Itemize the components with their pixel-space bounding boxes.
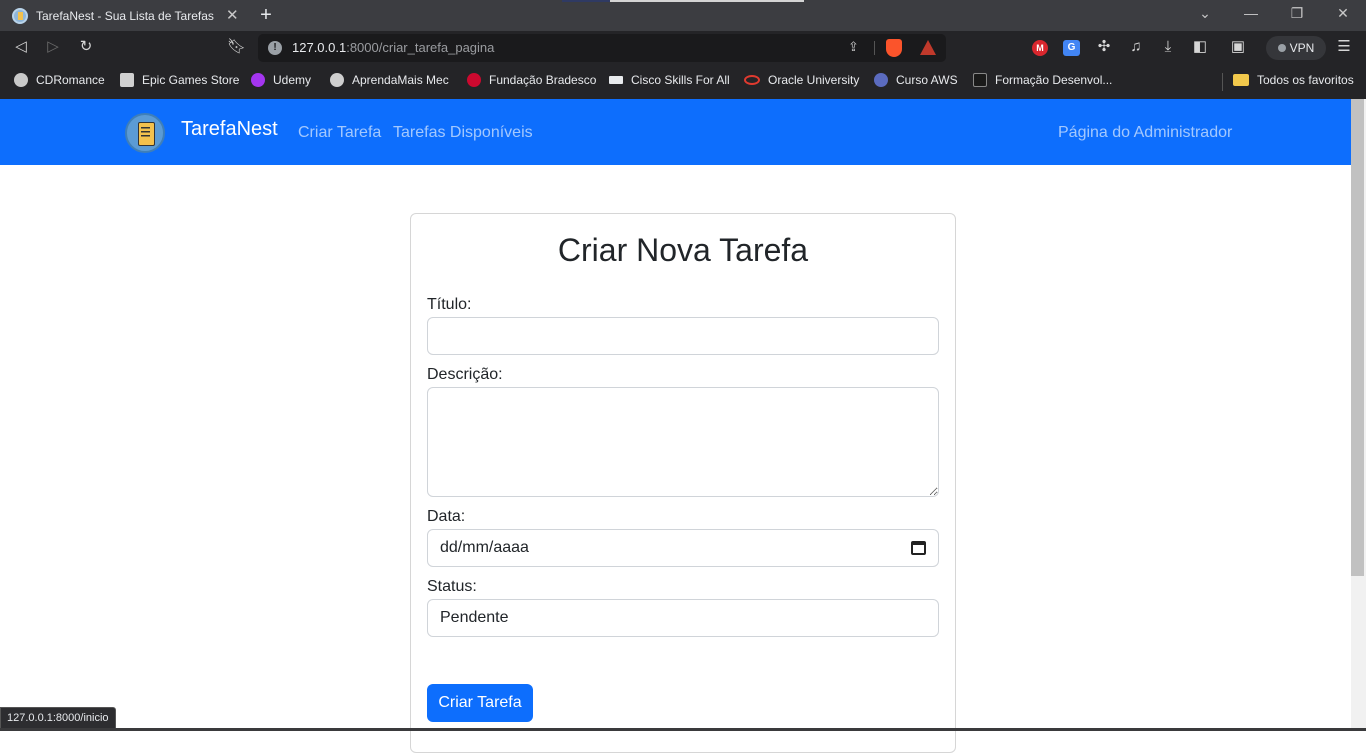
description-label: Descrição:	[427, 366, 503, 383]
back-arrow-icon[interactable]: ◁	[12, 39, 30, 55]
wallet-icon[interactable]: ▣	[1229, 39, 1247, 55]
title-label: Título:	[427, 296, 472, 313]
link-status-bar: 127.0.0.1:8000/inicio	[0, 707, 116, 729]
page-scrollbar-thumb[interactable]	[1351, 99, 1364, 576]
reload-icon[interactable]: ↻	[77, 39, 95, 55]
browser-tab-strip: TarefaNest - Sua Lista de Tarefas ✕ + ⌄ …	[0, 0, 1366, 31]
close-window-icon[interactable]: ✕	[1333, 5, 1353, 22]
vpn-label: VPN	[1289, 41, 1315, 55]
bookmark-udemy[interactable]: Udemy	[251, 73, 311, 87]
tab-search-strip	[562, 0, 804, 2]
bookmark-formacao[interactable]: Formação Desenvol...	[973, 73, 1112, 87]
translate-extension-icon[interactable]: G	[1063, 40, 1080, 56]
vpn-status-icon	[1277, 44, 1286, 52]
site-info-icon[interactable]: !	[268, 41, 282, 55]
bookmark-oracle[interactable]: Oracle University	[744, 73, 859, 87]
status-label: Status:	[427, 578, 477, 595]
close-tab-icon[interactable]: ✕	[226, 8, 239, 23]
create-task-card: Criar Nova Tarefa Título: Descrição: Dat…	[410, 213, 956, 753]
address-divider	[874, 41, 875, 55]
new-tab-button[interactable]: +	[256, 4, 276, 26]
share-icon[interactable]: ⇪	[848, 39, 859, 55]
brand-name[interactable]: TarefaNest	[181, 118, 278, 141]
tarefanest-favicon-icon	[12, 7, 28, 24]
vpn-button[interactable]: VPN	[1266, 36, 1326, 60]
bookmark-epic-games[interactable]: Epic Games Store	[120, 73, 239, 87]
aprendamais-icon	[330, 73, 344, 87]
browser-tab-active[interactable]: TarefaNest - Sua Lista de Tarefas ✕	[0, 0, 248, 31]
bradesco-icon	[467, 73, 481, 87]
brave-rewards-icon[interactable]	[920, 40, 936, 55]
description-textarea[interactable]	[427, 387, 939, 497]
status-selected-value: Pendente	[440, 609, 509, 626]
date-placeholder: dd/mm/aaaa	[440, 539, 529, 556]
date-input[interactable]: dd/mm/aaaa	[427, 529, 939, 567]
all-bookmarks-folder[interactable]: Todos os favoritos	[1233, 73, 1354, 87]
address-bar[interactable]: ! 127.0.0.1:8000/criar_tarefa_pagina ⇪	[258, 34, 946, 62]
bookmark-aprendamais[interactable]: AprendaMais Mec	[330, 73, 449, 87]
tarefanest-logo-icon[interactable]	[125, 113, 165, 153]
extensions-puzzle-icon[interactable]: ✣	[1095, 39, 1113, 55]
title-input[interactable]	[427, 317, 939, 355]
epic-games-icon	[120, 73, 134, 87]
status-select[interactable]: Pendente	[427, 599, 939, 637]
minimize-window-icon[interactable]: —	[1241, 5, 1261, 21]
calendar-icon[interactable]	[911, 541, 926, 555]
tab-list-chevron-icon[interactable]: ⌄	[1195, 5, 1215, 22]
date-label: Data:	[427, 508, 466, 525]
sidebar-toggle-icon[interactable]: ◧	[1191, 39, 1209, 55]
downloads-icon[interactable]: ⤓	[1159, 39, 1177, 55]
bookmark-aws[interactable]: Curso AWS	[874, 73, 958, 87]
alura-icon	[973, 73, 987, 87]
browser-toolbar: ◁ ▷ ↻ 🔖︎ ! 127.0.0.1:8000/criar_tarefa_p…	[0, 31, 1366, 64]
folder-icon	[1233, 74, 1249, 86]
cdromance-icon	[14, 73, 28, 87]
forward-arrow-icon[interactable]: ▷	[44, 39, 62, 55]
bookmark-fundacao-bradesco[interactable]: Fundação Bradesco	[467, 73, 596, 87]
media-music-icon[interactable]: ♫	[1127, 39, 1145, 55]
create-task-button[interactable]: Criar Tarefa	[427, 684, 533, 722]
bookmark-cisco[interactable]: Cisco Skills For All	[609, 73, 730, 87]
oracle-icon	[744, 75, 760, 85]
bookmark-cdromance[interactable]: CDRomance	[14, 73, 105, 87]
mega-extension-icon[interactable]: M	[1032, 40, 1048, 56]
bookmarks-divider	[1222, 73, 1223, 91]
restore-window-icon[interactable]: ❐	[1287, 5, 1307, 22]
app-navbar: TarefaNest Criar Tarefa Tarefas Disponív…	[0, 99, 1366, 165]
tab-title: TarefaNest - Sua Lista de Tarefas	[36, 8, 214, 23]
udemy-icon	[251, 73, 265, 87]
nav-link-admin[interactable]: Página do Administrador	[1058, 124, 1232, 142]
brave-shields-icon[interactable]	[886, 39, 902, 57]
bookmark-icon[interactable]: 🔖︎	[227, 39, 246, 55]
nav-link-criar-tarefa[interactable]: Criar Tarefa	[298, 124, 381, 142]
nav-link-tarefas-disponiveis[interactable]: Tarefas Disponíveis	[393, 124, 533, 142]
cisco-icon	[609, 76, 623, 84]
menu-hamburger-icon[interactable]: ☰	[1335, 39, 1353, 55]
aws-icon	[874, 73, 888, 87]
address-url[interactable]: 127.0.0.1:8000/criar_tarefa_pagina	[292, 40, 494, 55]
bookmarks-bar: CDRomance Epic Games Store Udemy Aprenda…	[0, 64, 1366, 99]
page-title: Criar Nova Tarefa	[557, 232, 809, 268]
